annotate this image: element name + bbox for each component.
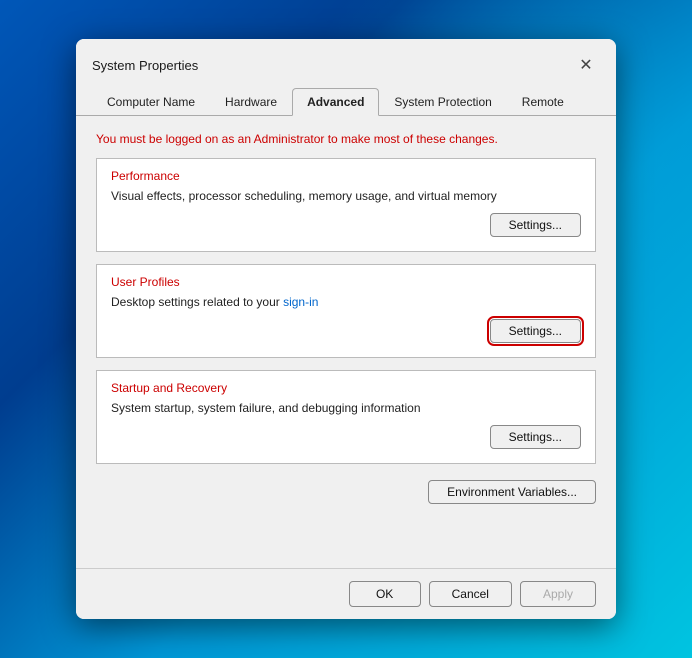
startup-recovery-settings-button[interactable]: Settings...: [490, 425, 581, 449]
user-profiles-btn-row: Settings...: [111, 319, 581, 343]
footer: OK Cancel Apply: [76, 568, 616, 619]
system-properties-dialog: System Properties ✕ Computer Name Hardwa…: [76, 39, 616, 619]
content-area: You must be logged on as an Administrato…: [76, 116, 616, 568]
startup-recovery-btn-row: Settings...: [111, 425, 581, 449]
user-profiles-description: Desktop settings related to your sign-in: [111, 295, 581, 309]
dialog-title: System Properties: [92, 58, 198, 73]
tab-computer-name[interactable]: Computer Name: [92, 88, 210, 116]
tabs-container: Computer Name Hardware Advanced System P…: [76, 79, 616, 116]
ok-button[interactable]: OK: [349, 581, 421, 607]
performance-btn-row: Settings...: [111, 213, 581, 237]
apply-button[interactable]: Apply: [520, 581, 596, 607]
user-profiles-label: User Profiles: [111, 275, 581, 289]
close-button[interactable]: ✕: [572, 51, 600, 79]
startup-recovery-description: System startup, system failure, and debu…: [111, 401, 581, 415]
tab-remote[interactable]: Remote: [507, 88, 579, 116]
startup-recovery-label: Startup and Recovery: [111, 381, 581, 395]
performance-settings-button[interactable]: Settings...: [490, 213, 581, 237]
tab-system-protection[interactable]: System Protection: [379, 88, 506, 116]
startup-recovery-section: Startup and Recovery System startup, sys…: [96, 370, 596, 464]
user-profiles-section: User Profiles Desktop settings related t…: [96, 264, 596, 358]
environment-variables-button[interactable]: Environment Variables...: [428, 480, 596, 504]
performance-label: Performance: [111, 169, 581, 183]
admin-notice: You must be logged on as an Administrato…: [96, 132, 596, 146]
cancel-button[interactable]: Cancel: [429, 581, 512, 607]
tab-advanced[interactable]: Advanced: [292, 88, 379, 116]
sign-in-link: sign-in: [283, 295, 318, 309]
performance-description: Visual effects, processor scheduling, me…: [111, 189, 581, 203]
tab-hardware[interactable]: Hardware: [210, 88, 292, 116]
performance-section: Performance Visual effects, processor sc…: [96, 158, 596, 252]
user-profiles-settings-button[interactable]: Settings...: [490, 319, 581, 343]
title-bar: System Properties ✕: [76, 39, 616, 79]
env-variables-row: Environment Variables...: [96, 480, 596, 504]
